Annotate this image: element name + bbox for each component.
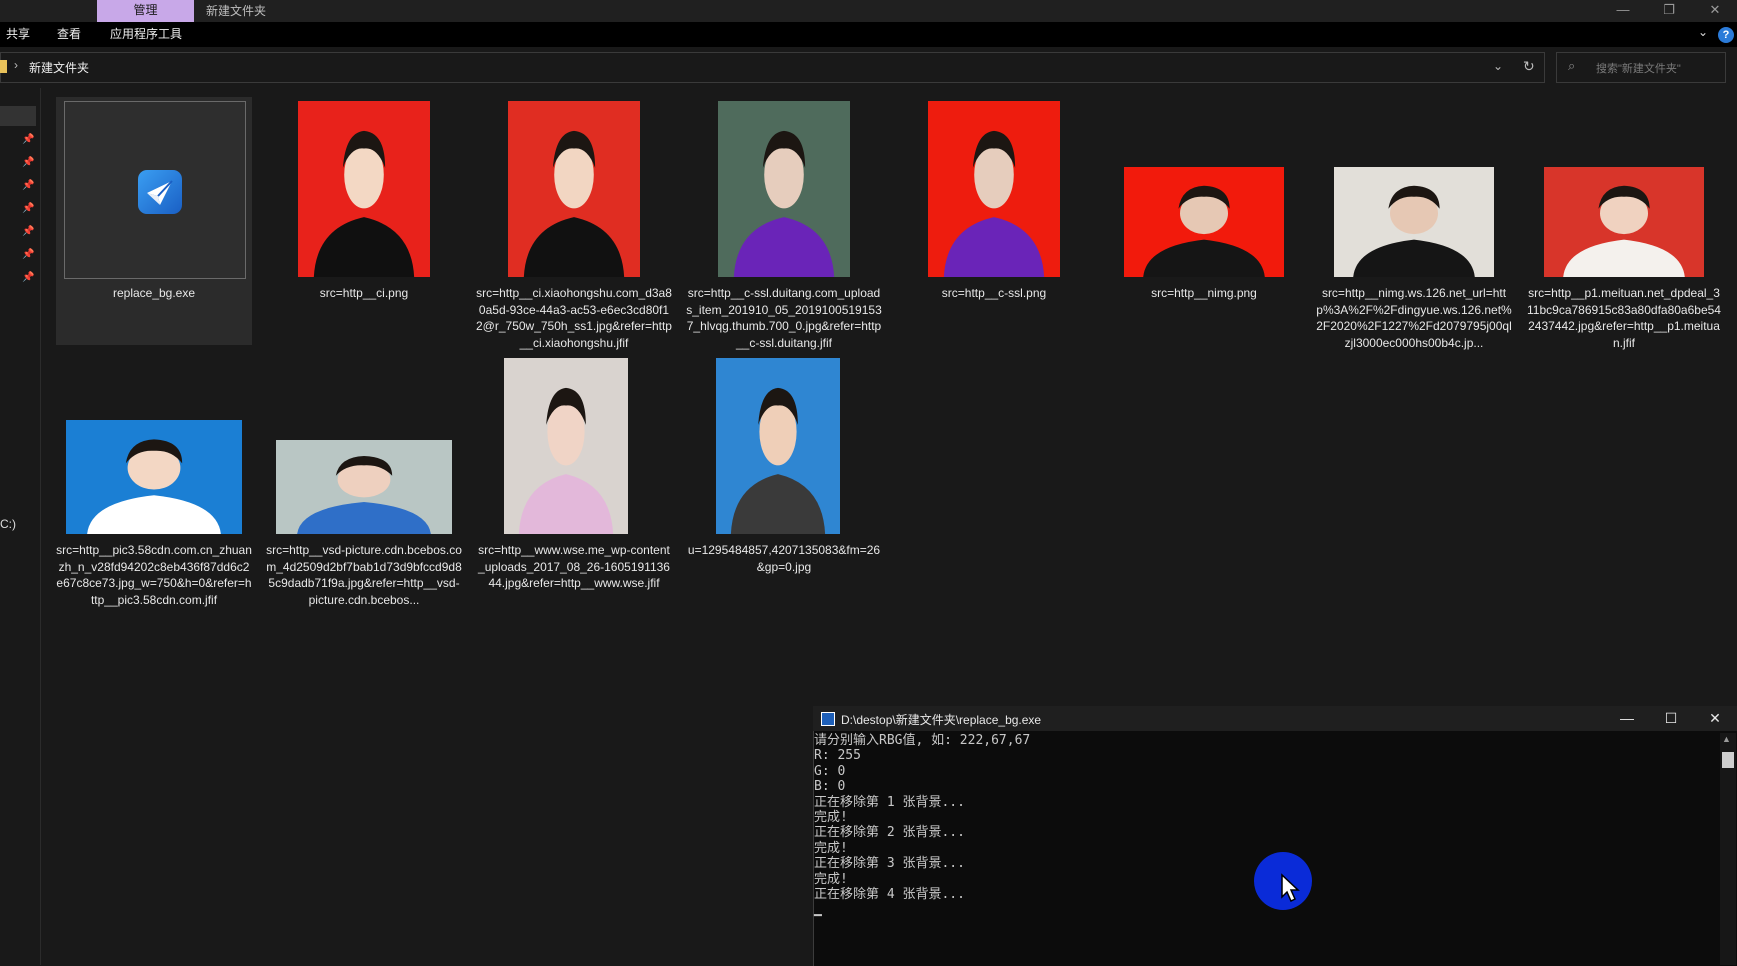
folder-icon <box>0 60 7 73</box>
address-bar[interactable] <box>0 52 1545 83</box>
image-thumbnail <box>718 101 850 277</box>
file-item[interactable]: src=http__ci.png <box>266 97 462 345</box>
file-thumbnail <box>64 101 246 279</box>
pin-icon: 📌 <box>22 134 35 145</box>
image-thumbnail <box>298 101 430 277</box>
console-title: D:\destop\新建文件夹\replace_bg.exe <box>841 713 1042 727</box>
file-name-label: src=http__p1.meituan.net_dpdeal_311bc9ca… <box>1527 286 1721 350</box>
app-icon <box>821 712 835 726</box>
file-name-label: src=http__c-ssl.png <box>941 286 1047 300</box>
file-item[interactable]: src=http__nimg.png <box>1106 97 1302 345</box>
refresh-icon[interactable]: ↻ <box>1523 58 1535 75</box>
console-minimize-button[interactable]: — <box>1605 706 1649 731</box>
restore-button[interactable]: ❐ <box>1646 0 1692 22</box>
file-name-label: src=http__vsd-picture.cdn.bcebos.com_4d2… <box>266 543 462 607</box>
file-name-label: src=http__www.wse.me_wp-content_uploads_… <box>478 543 670 590</box>
file-item-exe[interactable]: replace_bg.exe <box>56 97 252 345</box>
pin-icon: 📌 <box>22 226 35 237</box>
pin-icon: 📌 <box>22 157 35 168</box>
image-thumbnail <box>66 420 242 534</box>
file-item[interactable]: src=http__vsd-picture.cdn.bcebos.com_4d2… <box>266 354 462 607</box>
file-name-label: u=1295484857,4207135083&fm=26&gp=0.jpg <box>687 543 881 574</box>
pin-icon: 📌 <box>22 203 35 214</box>
image-thumbnail <box>504 358 628 534</box>
chevron-down-icon[interactable]: ⌄ <box>1493 59 1503 73</box>
image-thumbnail <box>1124 167 1284 277</box>
file-name-label: src=http__c-ssl.duitang.com_uploads_item… <box>686 286 882 350</box>
file-name-label: src=http__nimg.ws.126.net_url=http%3A%2F… <box>1316 286 1512 350</box>
image-thumbnail <box>716 358 840 534</box>
search-placeholder: 搜索"新建文件夹" <box>1596 63 1681 75</box>
image-thumbnail <box>508 101 640 277</box>
image-thumbnail <box>928 101 1060 277</box>
file-item[interactable]: src=http__nimg.ws.126.net_url=http%3A%2F… <box>1316 97 1512 350</box>
file-name-label: src=http__pic3.58cdn.com.cn_zhuanzh_n_v2… <box>56 543 252 607</box>
window-title: 新建文件夹 <box>206 4 267 18</box>
help-icon[interactable]: ? <box>1718 27 1734 43</box>
console-maximize-button[interactable]: ☐ <box>1649 706 1693 731</box>
file-item[interactable]: src=http__c-ssl.duitang.com_uploads_item… <box>686 97 882 350</box>
file-name-label: src=http__nimg.png <box>1151 286 1257 300</box>
ribbon-bar <box>0 22 1737 47</box>
pin-icon: 📌 <box>22 180 35 191</box>
nav-item-drive[interactable]: C:) <box>0 517 16 531</box>
nav-item-selected[interactable] <box>0 106 36 126</box>
chevron-right-icon[interactable]: › <box>14 58 18 72</box>
image-thumbnail <box>1544 167 1704 277</box>
pin-icon: 📌 <box>22 272 35 283</box>
file-item[interactable]: src=http__ci.xiaohongshu.com_d3a80a5d-93… <box>476 97 672 350</box>
file-item[interactable]: src=http__pic3.58cdn.com.cn_zhuanzh_n_v2… <box>56 354 252 607</box>
minimize-button[interactable]: — <box>1600 0 1646 22</box>
pin-icon: 📌 <box>22 249 35 260</box>
file-name-label: replace_bg.exe <box>112 286 196 300</box>
mouse-pointer-icon <box>1281 873 1300 903</box>
file-item[interactable]: src=http__www.wse.me_wp-content_uploads_… <box>476 354 672 602</box>
file-name-label: src=http__ci.xiaohongshu.com_d3a80a5d-93… <box>476 286 672 350</box>
file-item[interactable]: src=http__p1.meituan.net_dpdeal_311bc9ca… <box>1526 97 1722 350</box>
tab-app-tools[interactable]: 应用程序工具 <box>110 22 182 47</box>
scroll-up-icon[interactable]: ▲ <box>1722 734 1731 744</box>
tab-share[interactable]: 共享 <box>6 22 30 47</box>
search-icon: ⌕ <box>1568 58 1576 73</box>
close-button[interactable]: ✕ <box>1692 0 1737 22</box>
tab-view[interactable]: 查看 <box>57 22 81 47</box>
breadcrumb[interactable]: 新建文件夹 <box>29 59 89 76</box>
image-thumbnail <box>1334 167 1494 277</box>
chevron-down-icon[interactable]: ⌄ <box>1698 25 1708 39</box>
scrollbar-thumb[interactable] <box>1722 752 1734 768</box>
file-item[interactable]: u=1295484857,4207135083&fm=26&gp=0.jpg <box>686 354 882 602</box>
file-name-label: src=http__ci.png <box>319 286 409 300</box>
app-icon <box>138 170 182 214</box>
image-thumbnail <box>276 440 452 534</box>
file-item[interactable]: src=http__c-ssl.png <box>896 97 1092 345</box>
tab-manage[interactable]: 管理 <box>97 0 194 22</box>
console-close-button[interactable]: ✕ <box>1693 706 1737 731</box>
